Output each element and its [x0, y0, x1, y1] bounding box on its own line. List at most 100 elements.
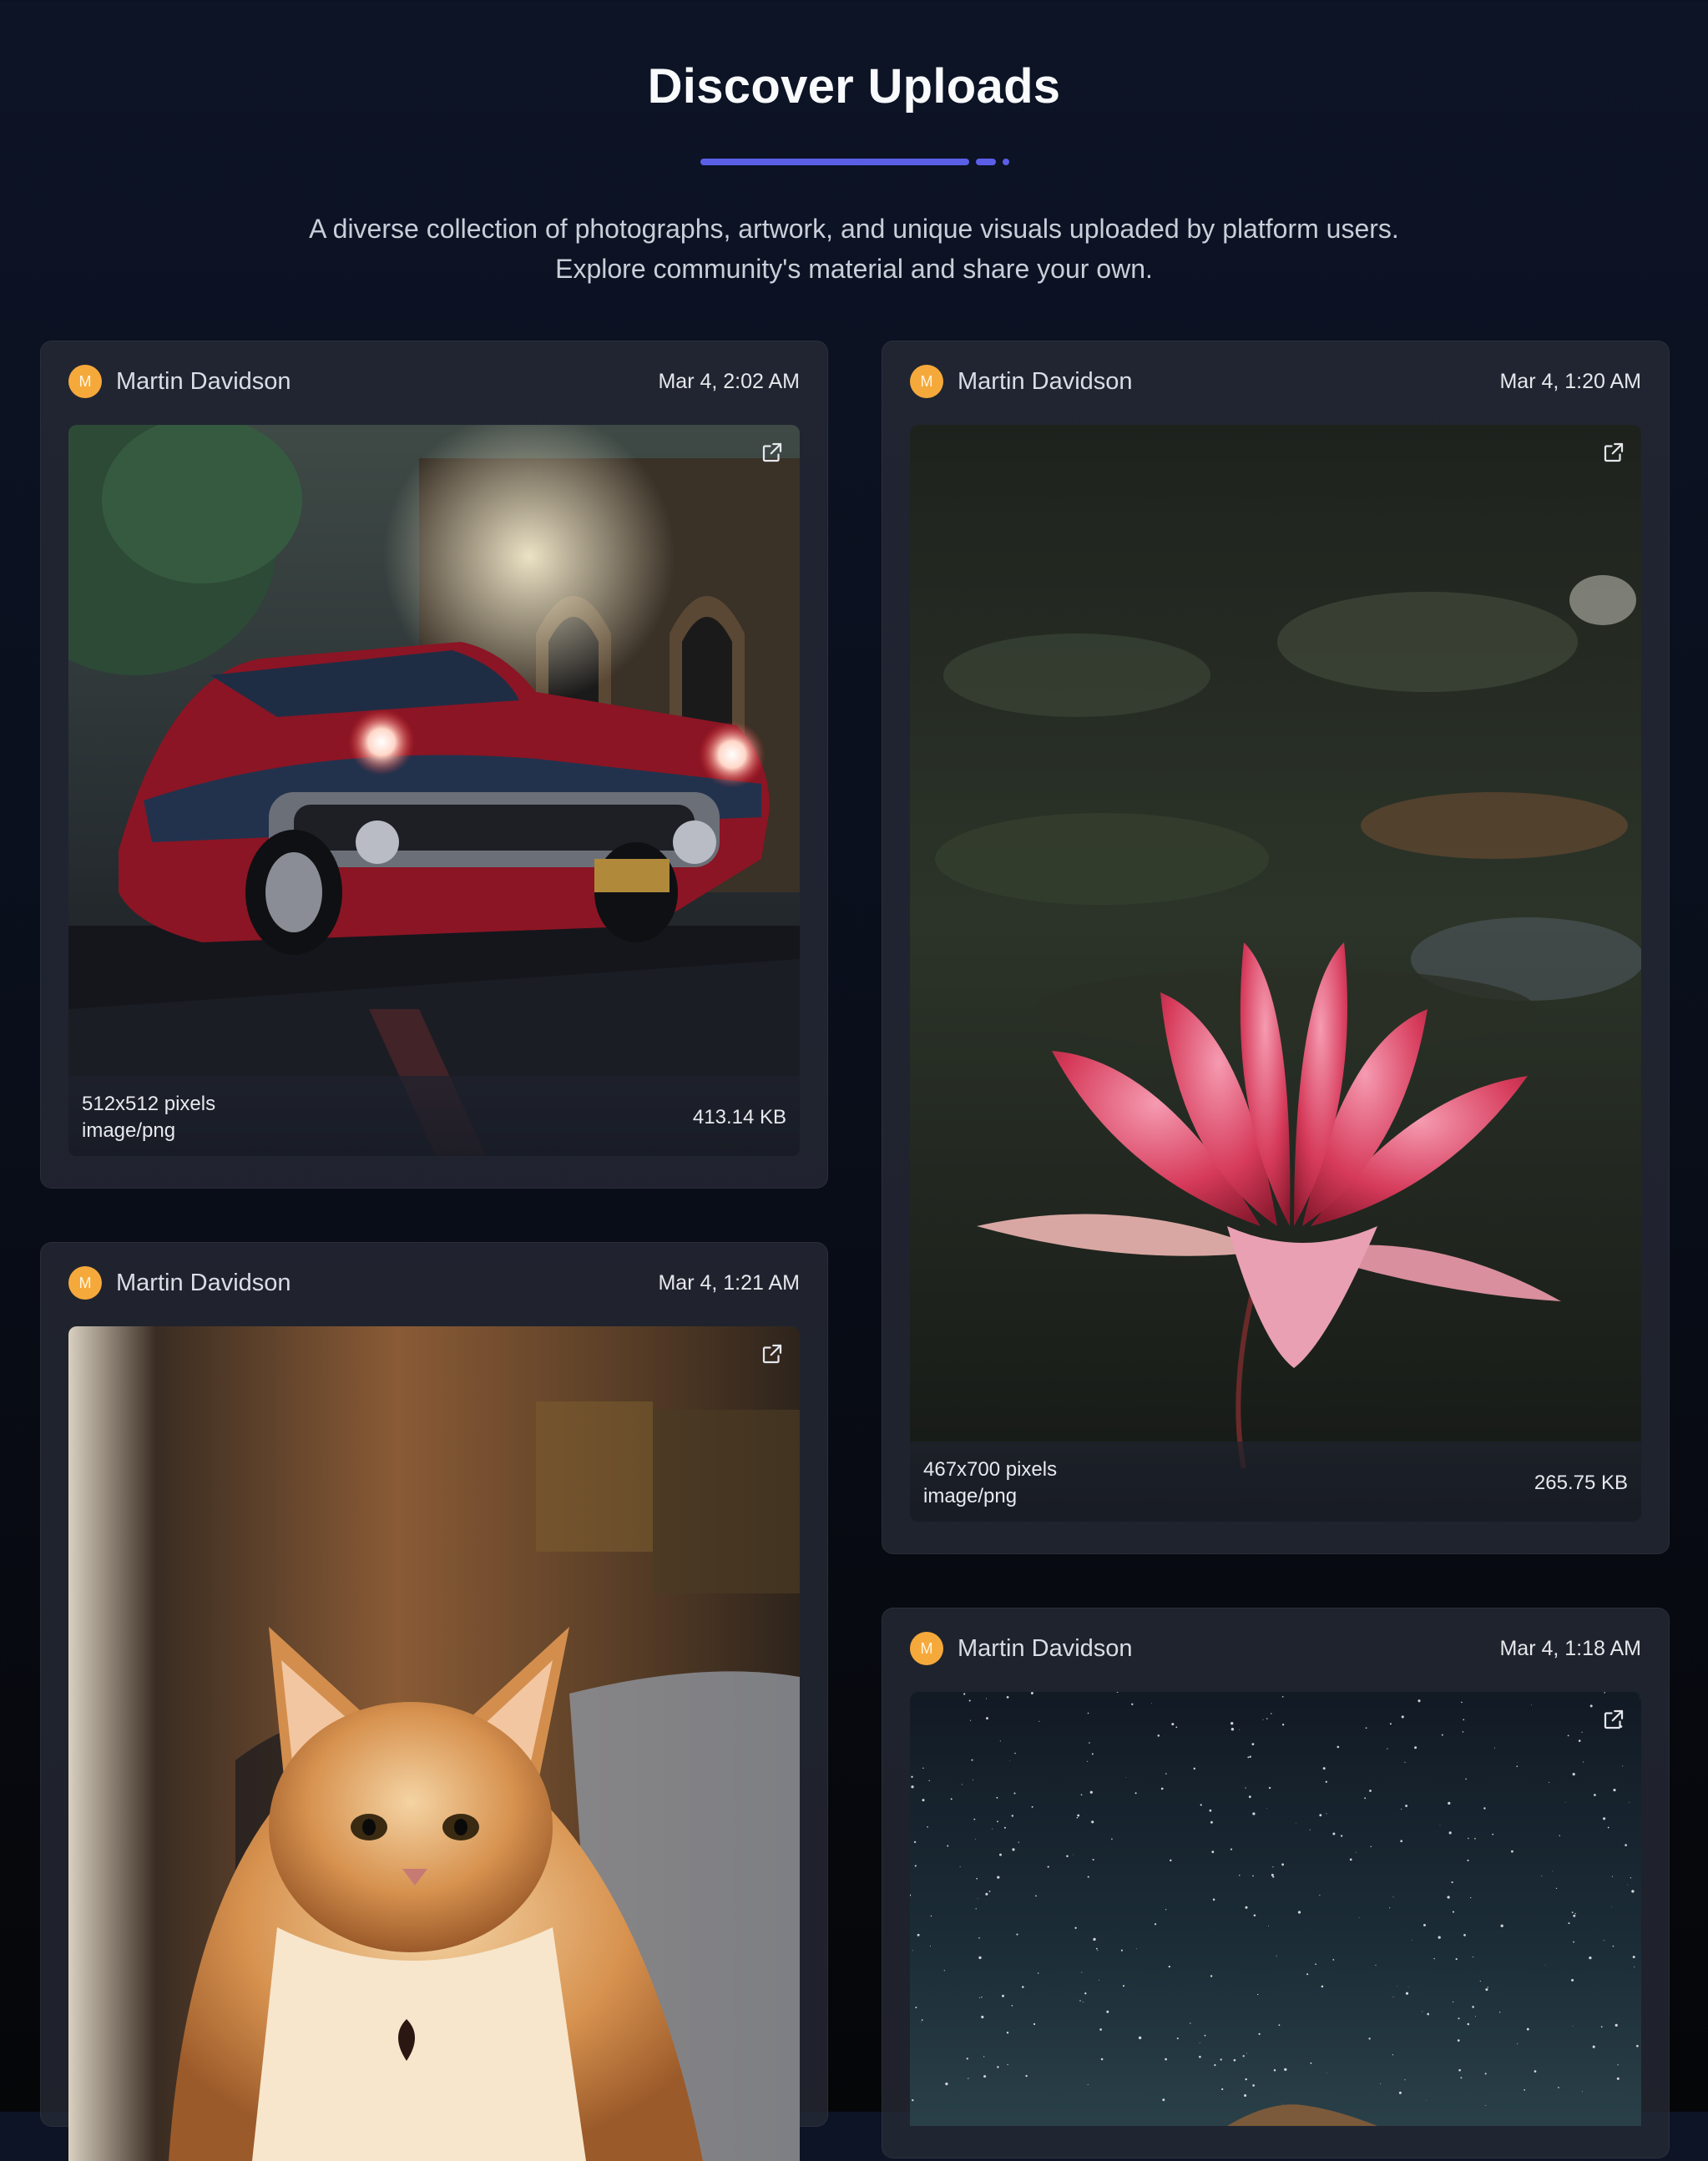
- star: [1485, 2105, 1487, 2107]
- star: [988, 1891, 991, 1892]
- upload-image[interactable]: [910, 1692, 1641, 2126]
- star: [1199, 2055, 1201, 2058]
- star: [1452, 1911, 1455, 1913]
- star: [1230, 1722, 1234, 1725]
- star: [1439, 1825, 1441, 1826]
- upload-image[interactable]: 512x512 pixels image/png 413.14 KB: [68, 425, 800, 1156]
- avatar[interactable]: M: [910, 1632, 943, 1665]
- star: [1484, 2073, 1487, 2075]
- star: [1220, 2058, 1222, 2061]
- star: [1131, 1703, 1134, 1705]
- star: [1087, 2083, 1089, 2086]
- external-link-icon[interactable]: [1601, 1707, 1626, 1732]
- star: [1322, 1767, 1326, 1770]
- star: [1251, 1743, 1255, 1746]
- star: [1389, 1907, 1391, 1909]
- star: [1009, 1760, 1010, 1761]
- upload-card[interactable]: M Martin Davidson Mar 4, 1:21 AM: [40, 1242, 828, 2161]
- star: [978, 1997, 981, 1998]
- star: [1631, 1890, 1635, 1893]
- star: [1245, 1787, 1246, 1789]
- star: [1200, 1804, 1202, 1806]
- star: [1003, 1826, 1006, 1829]
- star: [1611, 1906, 1612, 1907]
- star: [1451, 1881, 1453, 1884]
- avatar[interactable]: M: [910, 365, 943, 398]
- page-title: Discover Uploads: [647, 59, 1061, 114]
- star: [1087, 1712, 1089, 1714]
- star: [1319, 1814, 1322, 1817]
- star: [1427, 2012, 1430, 2016]
- subtitle-line: Explore community's material and share y…: [555, 254, 1153, 284]
- image-mime: image/png: [923, 1485, 1018, 1507]
- star: [1483, 1807, 1486, 1810]
- author-name[interactable]: Martin Davidson: [958, 365, 1133, 398]
- star: [1272, 1866, 1274, 1868]
- star: [1089, 1742, 1090, 1744]
- star: [1405, 1992, 1409, 1995]
- star: [1517, 1761, 1518, 1763]
- star: [996, 1796, 998, 1799]
- star: [1567, 1734, 1569, 1737]
- author-name[interactable]: Martin Davidson: [958, 1632, 1133, 1665]
- star: [1356, 1851, 1357, 1853]
- star: [1035, 1895, 1037, 1897]
- star: [1392, 1896, 1394, 1898]
- star: [1221, 2088, 1224, 2091]
- star: [1474, 2016, 1476, 2017]
- star: [1306, 1973, 1309, 1976]
- image-size: 265.75 KB: [1534, 1472, 1628, 1494]
- star: [1193, 1767, 1196, 1770]
- star: [1014, 1752, 1016, 1755]
- card-header: M Martin Davidson Mar 4, 1:18 AM: [910, 1632, 1641, 1665]
- avatar[interactable]: M: [68, 365, 102, 398]
- star: [1365, 1727, 1367, 1729]
- star: [1404, 2079, 1406, 2081]
- star: [983, 2056, 985, 2057]
- upload-card[interactable]: M Martin Davidson Mar 4, 1:18 AM: [882, 1608, 1670, 2158]
- upload-card[interactable]: M Martin Davidson Mar 4, 2:02 AM 512x512…: [40, 341, 828, 1189]
- star: [1091, 1753, 1094, 1755]
- star: [1092, 1858, 1094, 1861]
- author-name[interactable]: Martin Davidson: [116, 1266, 291, 1300]
- star: [1211, 1850, 1215, 1854]
- star: [1246, 2052, 1247, 2054]
- star: [971, 1759, 973, 1761]
- star: [1581, 1731, 1583, 1733]
- star: [1244, 2093, 1247, 2098]
- star: [1400, 1840, 1403, 1843]
- star: [950, 1798, 953, 1800]
- star: [1031, 1805, 1033, 1808]
- upload-card[interactable]: M Martin Davidson Mar 4, 1:20 AM 467x700…: [882, 341, 1670, 1554]
- image-meta: 512x512 pixels image/png 413.14 KB: [68, 1076, 800, 1156]
- star: [1022, 1986, 1024, 1988]
- star: [1006, 1696, 1009, 1699]
- external-link-icon[interactable]: [1601, 440, 1626, 465]
- upload-image[interactable]: 467x700 pixels image/png 265.75 KB: [910, 425, 1641, 1522]
- star: [986, 1717, 988, 1720]
- star: [1016, 1933, 1018, 1936]
- star: [1405, 1805, 1408, 1807]
- card-header: M Martin Davidson Mar 4, 1:20 AM: [910, 365, 1641, 398]
- star: [1006, 2032, 1009, 2034]
- author-name[interactable]: Martin Davidson: [116, 365, 291, 398]
- star: [1622, 1765, 1624, 1767]
- star: [1011, 2005, 1013, 2007]
- night-sky-image: [910, 1692, 1641, 2126]
- star: [1252, 2084, 1255, 2087]
- external-link-icon[interactable]: [760, 1341, 785, 1366]
- star: [985, 1698, 988, 1699]
- star: [1517, 2043, 1519, 2045]
- star: [959, 1866, 961, 1867]
- star: [1134, 1792, 1137, 1795]
- avatar[interactable]: M: [68, 1266, 102, 1300]
- star: [1460, 2077, 1463, 2079]
- external-link-icon[interactable]: [760, 440, 785, 465]
- divider-segment: [700, 159, 969, 165]
- star: [945, 2082, 948, 2086]
- star: [981, 2015, 984, 2019]
- star: [999, 1853, 1002, 1856]
- star: [1448, 1801, 1451, 1805]
- star: [922, 1799, 925, 1802]
- upload-image[interactable]: [68, 1326, 800, 2161]
